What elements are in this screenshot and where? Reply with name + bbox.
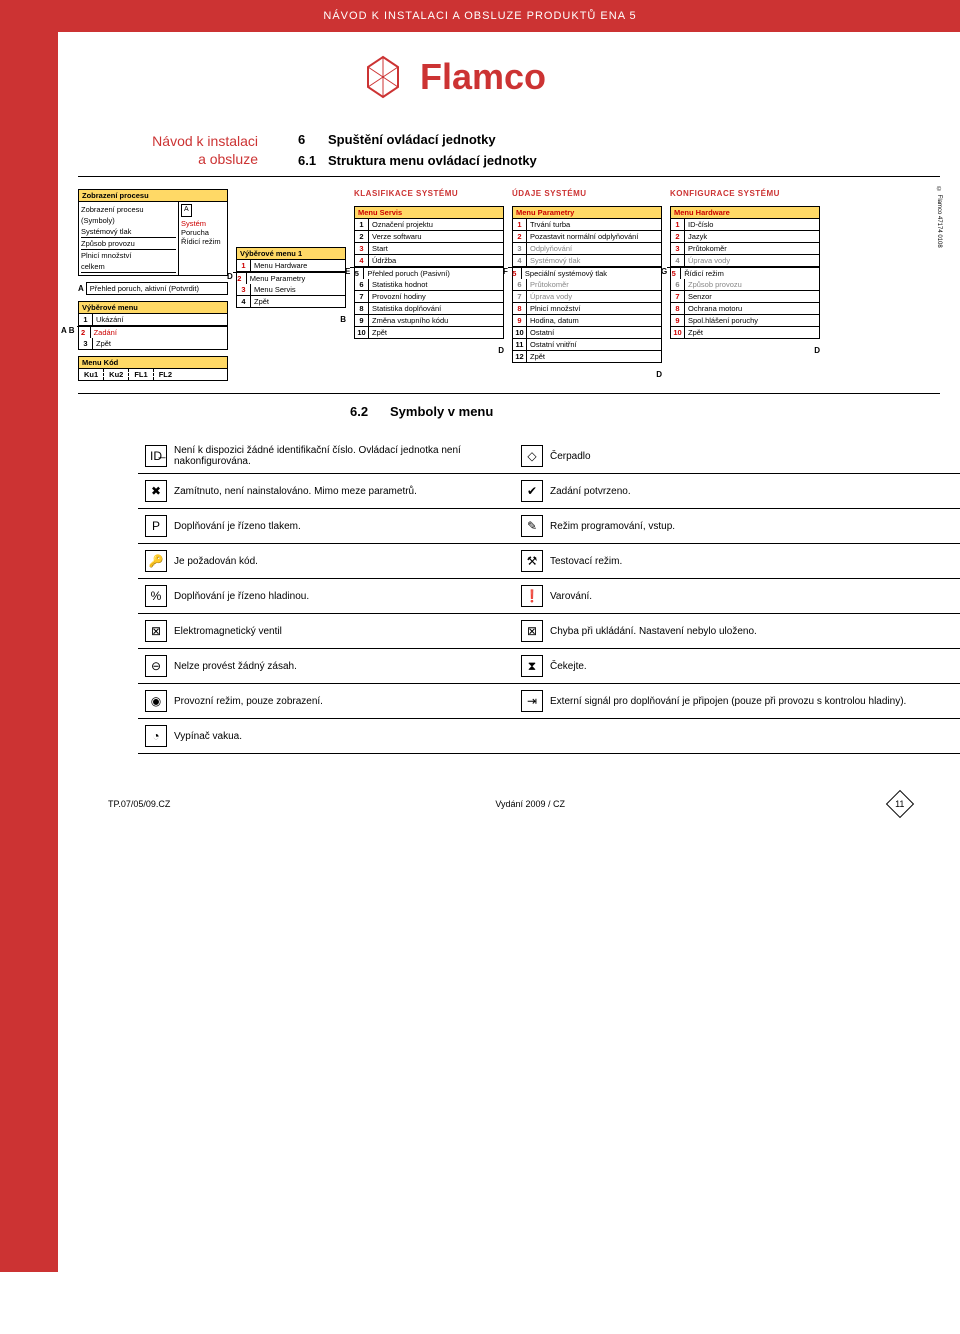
vyb-menu-1: Výběrové menu 1 1Menu Hardware D 2Menu P…	[236, 247, 346, 308]
left-red-bar	[0, 32, 58, 1272]
symbol-desc: Zamítnuto, není nainstalováno. Mimo meze…	[174, 486, 514, 497]
copyright-side: © Flamco 47174 0108	[936, 187, 942, 248]
menu-parametry: Menu Parametry 1Trvání turba 2Pozastavit…	[512, 206, 662, 363]
symbol-icon: ❗	[521, 585, 543, 607]
symbol-row: ⊠ Elektromagnetický ventil ⊠ Chyba při uklá…	[138, 614, 960, 649]
symbol-row: 🔑 Je požadován kód. ⚒ Testovací režim.	[138, 544, 960, 579]
symbol-row: ◉ Provozní režim, pouze zobrazení. ⇥ Extern…	[138, 684, 960, 719]
symbol-desc: Čekejte.	[550, 661, 960, 672]
logo-row: Flamco	[78, 32, 940, 132]
symbol-desc: Čerpadlo	[550, 451, 960, 462]
symbol-desc: Není k dispozici žádné identifikační čís…	[174, 445, 514, 467]
symbol-icon: ◉	[145, 690, 167, 712]
menu-servis: Menu Servis 1Označení projektu 2Verze so…	[354, 206, 504, 339]
brand-name: Flamco	[420, 56, 546, 98]
symbol-icon: ⊠	[521, 620, 543, 642]
symbol-icon: ◇	[521, 445, 543, 467]
symbols-table: ID̶ Není k dispozici žádné identifikační …	[138, 439, 960, 754]
symbol-icon: ⧗	[521, 655, 543, 677]
symbol-desc: Vypínač vakua.	[174, 731, 514, 742]
symbol-desc: Režim programování, vstup.	[550, 521, 960, 532]
symbol-desc: Varování.	[550, 591, 960, 602]
symbol-icon: ◔	[145, 725, 167, 747]
symbol-desc: Doplňování je řízeno tlakem.	[174, 521, 514, 532]
symbol-row: ID̶ Není k dispozici žádné identifikační …	[138, 439, 960, 474]
symbol-icon: ✖	[145, 480, 167, 502]
symbol-icon: ✎	[521, 515, 543, 537]
symbol-icon: ⇥	[521, 690, 543, 712]
symbol-desc: Doplňování je řízeno hladinou.	[174, 591, 514, 602]
symbol-row: ⊖ Nelze provést žádný zásah. ⧗ Čekejte.	[138, 649, 960, 684]
symbol-desc: Externí signál pro doplňování je připoje…	[550, 696, 960, 707]
symbol-icon: ✔	[521, 480, 543, 502]
symbol-icon: ID̶	[145, 445, 167, 467]
symbol-icon: ⊠	[145, 620, 167, 642]
symbol-desc: Je požadován kód.	[174, 556, 514, 567]
symbol-desc: Elektromagnetický ventil	[174, 626, 514, 637]
symbol-row: P Doplňování je řízeno tlakem. ✎ Režim prog…	[138, 509, 960, 544]
symbol-row: ✖ Zamítnuto, není nainstalováno. Mimo mez…	[138, 474, 960, 509]
symbol-desc: Zadání potvrzeno.	[550, 486, 960, 497]
symbol-icon: ⊖	[145, 655, 167, 677]
flamco-logo-icon	[358, 52, 408, 102]
symbol-desc: Testovací režim.	[550, 556, 960, 567]
symbol-icon: ⚒	[521, 550, 543, 572]
footer: TP.07/05/09.CZ Vydání 2009 / CZ 11	[78, 754, 940, 824]
symbol-desc: Chyba při ukládání. Nastavení nebylo ulo…	[550, 626, 960, 637]
section-6-2: 6.2Symboly v menu	[78, 394, 940, 439]
vyb-menu: Výběrové menu 1Ukázání AB 2Zadání 3Zpět	[78, 301, 228, 350]
menu-structure-diagram: Zobrazení procesu Zobrazení procesu (Sym…	[78, 176, 940, 394]
kod-menu: Menu Kód Ku1Ku2FL1FL2	[78, 356, 228, 381]
top-banner: NÁVOD K INSTALACI A OBSLUZE PRODUKTŮ ENA…	[0, 0, 960, 32]
menu-hardware: Menu Hardware 1ID-číslo 2Jazyk 3Průtokom…	[670, 206, 820, 339]
symbol-icon: P	[145, 515, 167, 537]
page-number: 11	[886, 790, 914, 818]
symbol-desc: Provozní režim, pouze zobrazení.	[174, 696, 514, 707]
symbol-row: ◔ Vypínač vakua.	[138, 719, 960, 754]
doc-title: Návod k instalacia obsluze	[78, 132, 258, 168]
section-heading: 6Spuštění ovládací jednotky 6.1Struktura…	[298, 132, 537, 168]
symbol-icon: %	[145, 585, 167, 607]
symbol-icon: 🔑	[145, 550, 167, 572]
symbol-desc: Nelze provést žádný zásah.	[174, 661, 514, 672]
proc-box: Zobrazení procesu Zobrazení procesu (Sym…	[78, 189, 228, 276]
symbol-row: % Doplňování je řízeno hladinou. ❗ Varování…	[138, 579, 960, 614]
